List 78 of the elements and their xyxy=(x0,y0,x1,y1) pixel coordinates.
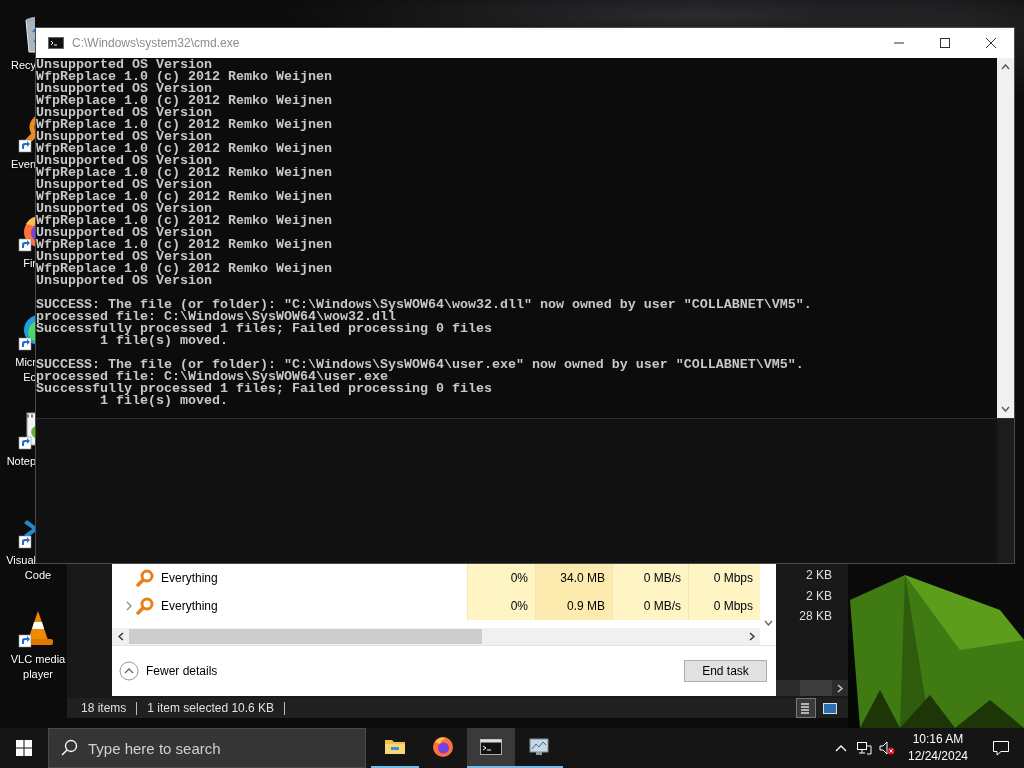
end-task-button[interactable]: End task xyxy=(684,660,767,682)
windows-logo-icon xyxy=(16,740,32,756)
thumbnail-view-icon xyxy=(823,701,837,715)
console-line: Unsupported OS Version xyxy=(36,107,212,119)
console-line: Unsupported OS Version xyxy=(36,131,212,143)
status-text: 18 items xyxy=(81,701,138,715)
magnifier-icon xyxy=(136,569,154,587)
console-line: processed file: C:\Windows\SysWOW64\wow32.dll xyxy=(36,311,396,323)
table-cell: 0 MB/s xyxy=(612,592,688,620)
expand-chevron-icon[interactable] xyxy=(126,601,132,611)
terminal-icon xyxy=(48,37,64,49)
desktop-icon-label: Even xyxy=(9,158,36,170)
console-line: Unsupported OS Version xyxy=(36,203,212,215)
process-name: Everything xyxy=(161,571,218,585)
view-button[interactable] xyxy=(796,698,816,718)
console-line: Unsupported OS Version xyxy=(36,275,213,287)
table-cell: 0.9 MB xyxy=(535,592,612,620)
scroll-left-icon[interactable] xyxy=(117,632,124,641)
console-line: Unsupported OS Version xyxy=(36,59,212,71)
console-line: Unsupported OS Version xyxy=(36,227,212,239)
console-line: WfpReplace 1.0 (c) 2012 Remko Weijnen xyxy=(36,191,333,203)
table-cell: 0% xyxy=(467,592,535,620)
desktop-icon-label: Recy xyxy=(9,58,36,71)
file-size: 2 KB xyxy=(806,587,832,605)
magnifier-icon xyxy=(136,597,154,615)
desktop-icon-label: Visual xyxy=(5,553,36,568)
console-line: WfpReplace 1.0 (c) 2012 Remko Weijnen xyxy=(36,71,333,83)
desktop-icon-label: Ec xyxy=(22,370,36,385)
desktop-icon-label: VLC media xyxy=(10,652,66,667)
window-title: C:\Windows\system32\cmd.exe xyxy=(72,36,241,50)
desktop-icon-label: Micr xyxy=(14,355,36,370)
file-size: 2 KB xyxy=(806,567,832,584)
console-line: WfpReplace 1.0 (c) 2012 Remko Weijnen xyxy=(36,95,333,107)
console-line: Unsupported OS Version xyxy=(36,179,212,191)
clock-button[interactable]: 10:16 AM 12/24/2024 xyxy=(898,728,978,768)
scrollbar[interactable] xyxy=(776,680,848,696)
desktop-icon-label: Fir xyxy=(22,256,36,271)
desktop-icon-label: player xyxy=(23,667,53,682)
console-line: WfpReplace 1.0 (c) 2012 Remko Weijnen xyxy=(36,239,333,251)
console-line: processed file: C:\Windows\SysWOW64\user.exe xyxy=(36,371,388,383)
scroll-down-icon[interactable] xyxy=(763,620,773,626)
taskbar-app-button[interactable] xyxy=(467,728,515,768)
fewer-details-button[interactable]: Fewer details xyxy=(119,661,218,681)
scroll-right-icon[interactable] xyxy=(748,632,755,641)
console-line: WfpReplace 1.0 (c) 2012 Remko Weijnen xyxy=(36,119,333,131)
search-field[interactable]: Type here to search xyxy=(48,728,366,768)
search-icon xyxy=(60,739,78,757)
table-cell: 0 MB/s xyxy=(612,564,688,592)
speaker-muted-icon xyxy=(878,740,895,756)
scrollbar[interactable] xyxy=(997,58,1014,418)
table-cell: 0 Mbps xyxy=(688,592,760,620)
desktop-icon-label: Code xyxy=(24,568,52,583)
console-line: Unsupported OS Version xyxy=(36,251,212,263)
scrollbar[interactable] xyxy=(997,419,1014,563)
flame-globe-icon xyxy=(431,735,455,759)
console-line: Successfully processed 1 files; Failed processing 0 files xyxy=(36,383,493,395)
console-line: SUCCESS: The file (or folder): "C:\Windows\SysWOW64\user.exe" now owned by user "COLLABNET\VM5". xyxy=(36,359,805,371)
collapse-icon xyxy=(119,661,139,681)
speech-bubble-icon xyxy=(992,740,1010,756)
console-line: Unsupported OS Version xyxy=(36,155,212,167)
file-size: 28 KB xyxy=(799,608,832,625)
process-name: Everything xyxy=(161,599,218,613)
status-text: 1 item selected 10.6 KB xyxy=(147,701,286,715)
console-line: WfpReplace 1.0 (c) 2012 Remko Weijnen xyxy=(36,143,333,155)
console-line: 1 file(s) moved. xyxy=(100,395,229,407)
console-line: WfpReplace 1.0 (c) 2012 Remko Weijnen xyxy=(36,167,333,179)
desktop-icon-label: Notep xyxy=(5,454,36,469)
console-line: Unsupported OS Version xyxy=(36,83,212,95)
table-cell: 0 Mbps xyxy=(688,564,760,592)
console-line: WfpReplace 1.0 (c) 2012 Remko Weijnen xyxy=(36,263,333,275)
console-line: Successfully processed 1 files; Failed processing 0 files xyxy=(36,323,493,335)
console-line: SUCCESS: The file (or folder): "C:\Windows\SysWOW64\wow32.dll" now owned by user "COLLABNET\VM5". xyxy=(36,299,813,311)
table-cell: 34.0 MB xyxy=(535,564,612,592)
table-cell: 0% xyxy=(467,564,535,592)
network-icon xyxy=(855,740,872,756)
console-line: WfpReplace 1.0 (c) 2012 Remko Weijnen xyxy=(36,215,333,227)
console-line: 1 file(s) moved. xyxy=(100,335,229,347)
scrollbar[interactable] xyxy=(112,628,760,645)
